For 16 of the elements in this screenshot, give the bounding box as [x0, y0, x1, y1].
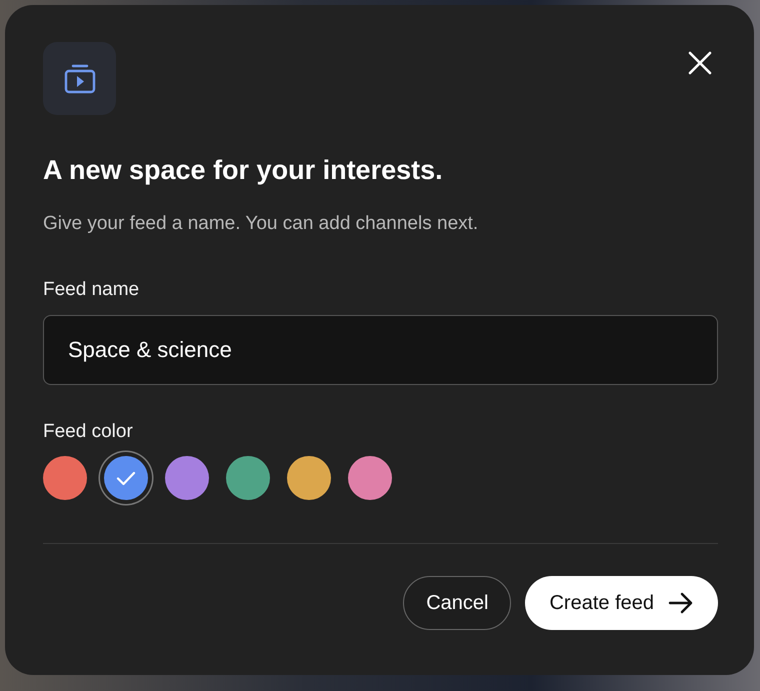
feed-name-field[interactable]: Space & science — [43, 315, 718, 385]
field-label: Feed color — [43, 421, 134, 443]
close-icon — [688, 51, 712, 75]
cancel-button[interactable]: Cancel — [403, 576, 512, 630]
arrow-right-icon — [668, 592, 694, 614]
color-swatch[interactable] — [348, 456, 392, 500]
dialog-title: A new space for your interests. — [43, 155, 444, 186]
close-button[interactable] — [688, 51, 712, 75]
dialog-subtitle: Give your feed a name. You can add channels next. — [43, 213, 480, 235]
color-swatch[interactable] — [165, 456, 209, 500]
color-swatch[interactable] — [226, 456, 270, 500]
field-label: Feed name — [43, 279, 140, 301]
color-swatch[interactable] — [287, 456, 331, 500]
create-feed-button[interactable]: Create feed — [525, 576, 718, 630]
color-swatch[interactable] — [43, 456, 87, 500]
color-swatch[interactable] — [104, 456, 148, 500]
